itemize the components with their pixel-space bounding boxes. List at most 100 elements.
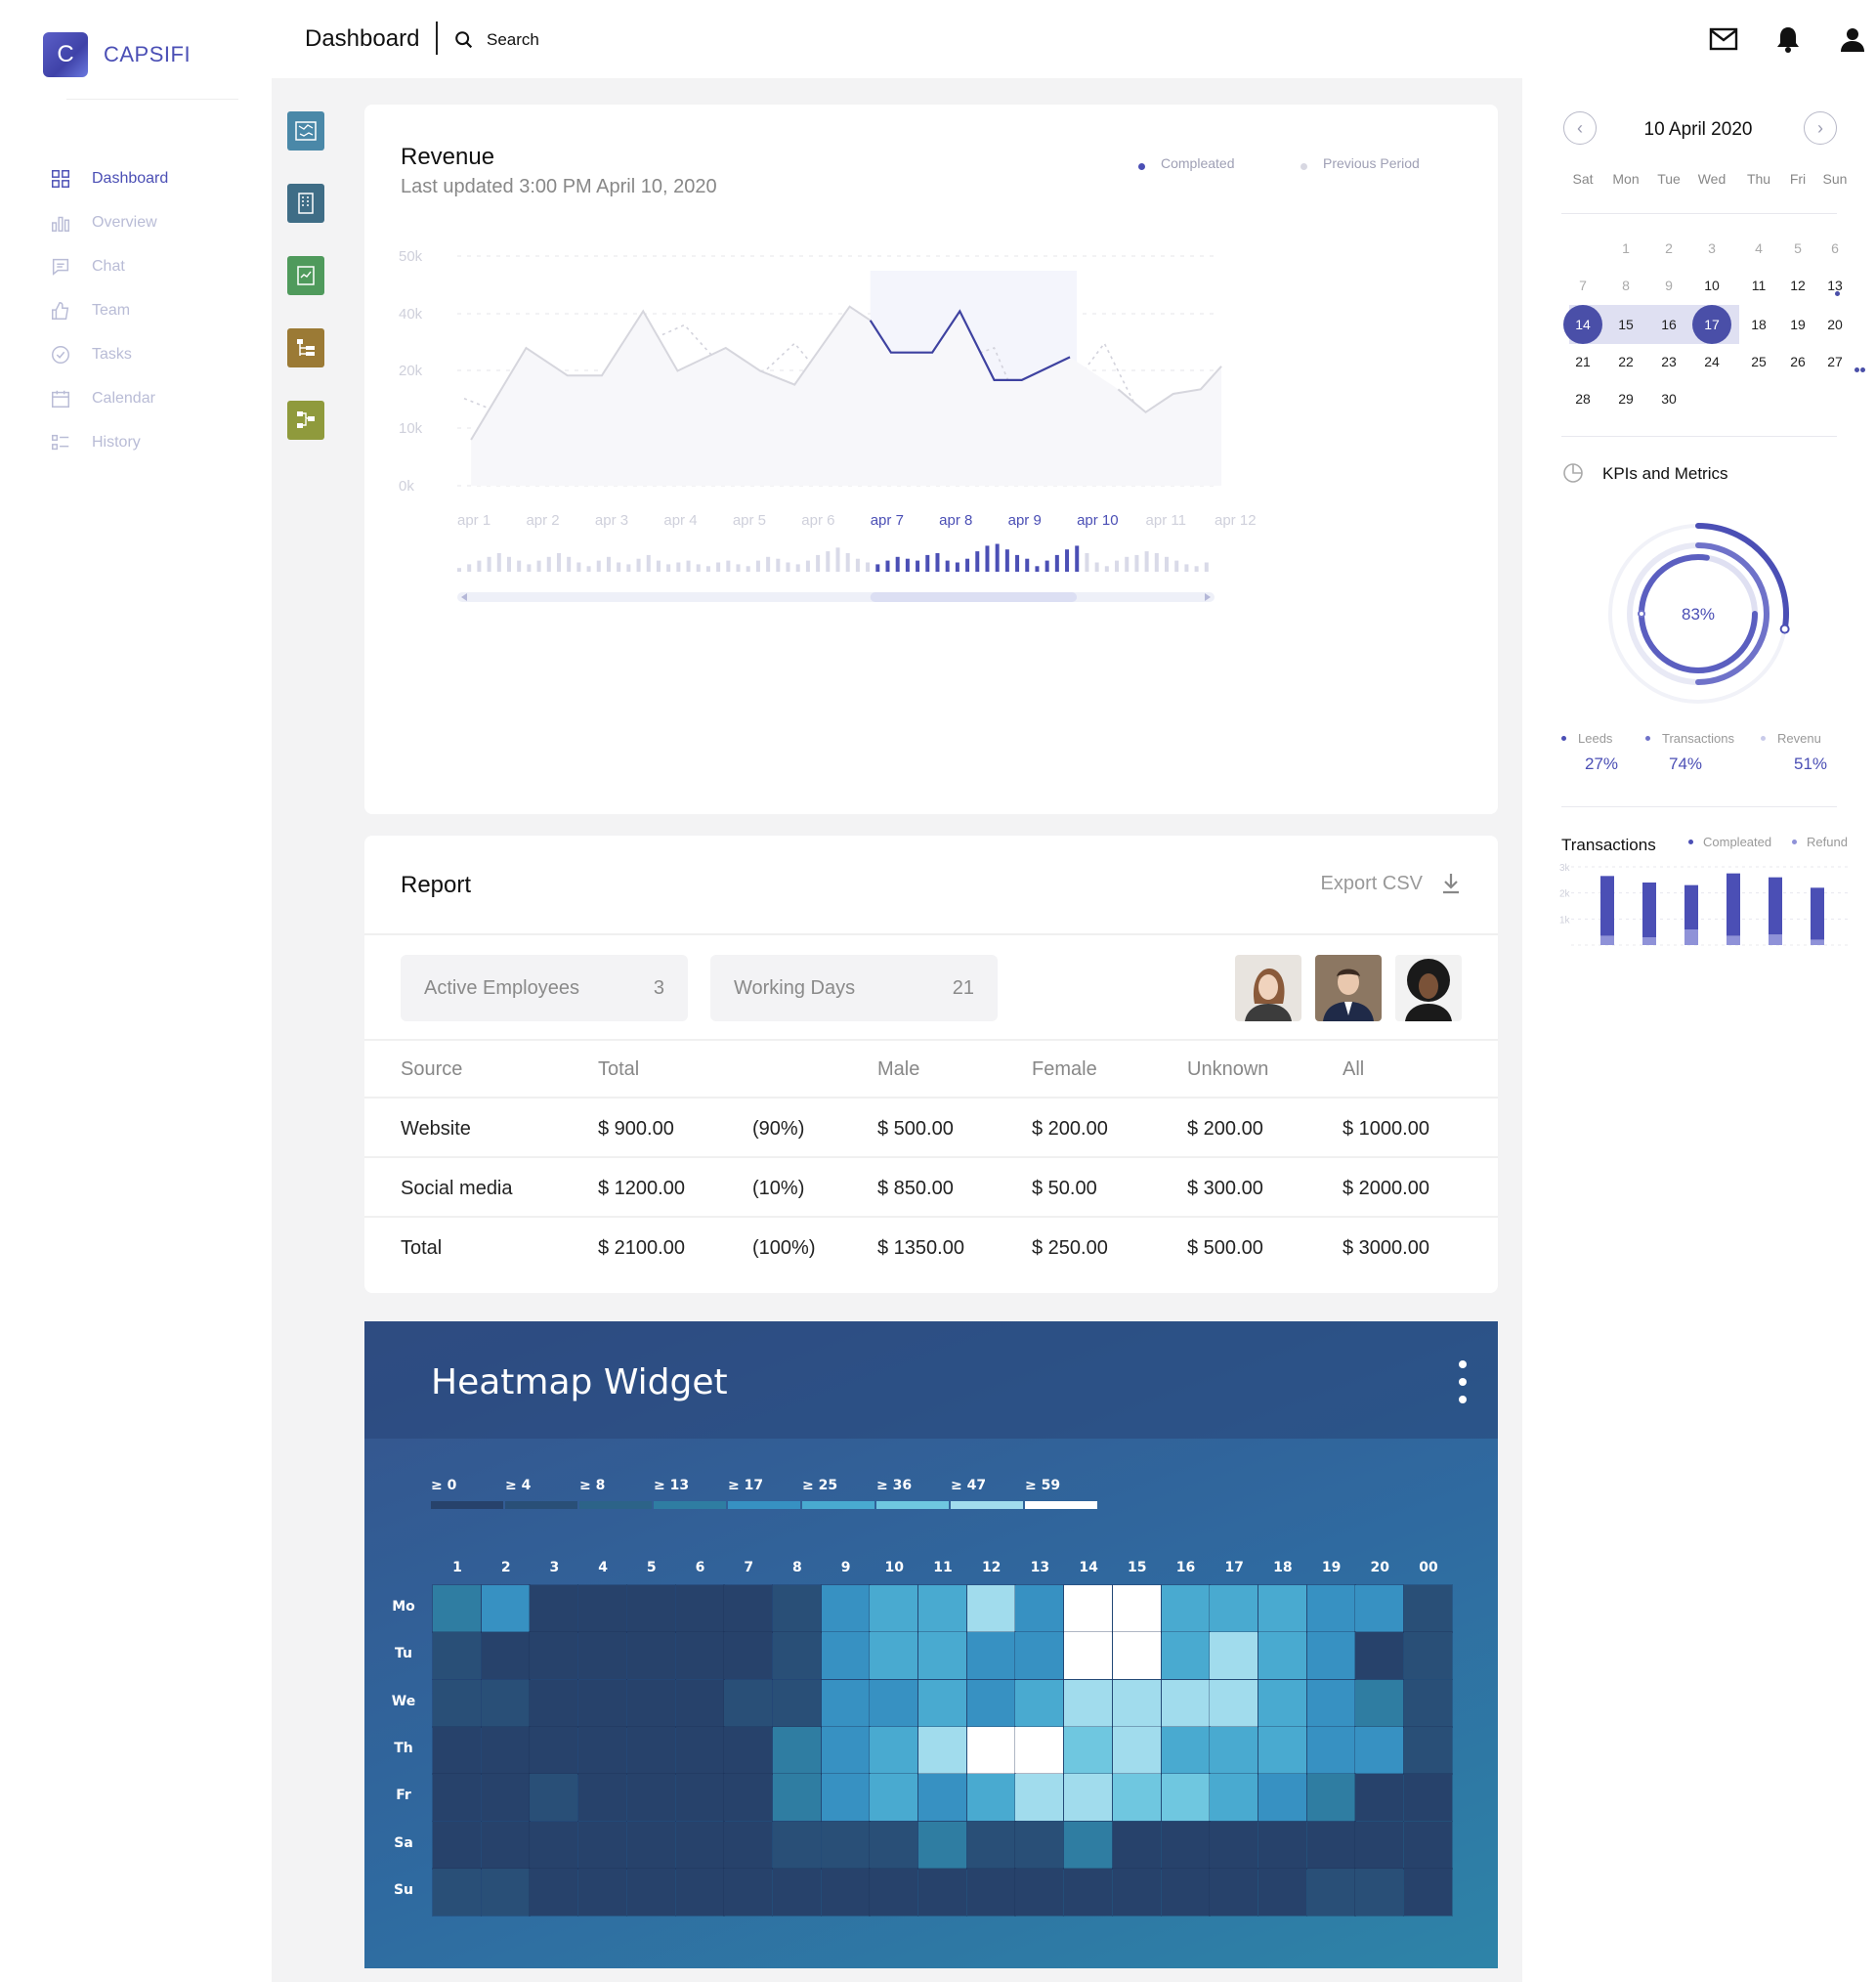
heatmap-cell[interactable]	[771, 1678, 822, 1728]
heatmap-cell[interactable]	[869, 1678, 919, 1728]
table-row[interactable]: Total $ 2100.00 (100%) $ 1350.00 $ 250.0…	[364, 1218, 1498, 1277]
heatmap-cell[interactable]	[917, 1584, 967, 1633]
heatmap-cell[interactable]	[965, 1678, 1016, 1728]
heatmap-cell[interactable]	[1257, 1631, 1307, 1681]
app-tile-tree[interactable]	[287, 328, 324, 367]
avatar[interactable]	[1315, 955, 1382, 1021]
heatmap-cell[interactable]	[1257, 1725, 1307, 1775]
heatmap-cell[interactable]	[480, 1867, 531, 1917]
heatmap-cell[interactable]	[529, 1867, 579, 1917]
sidebar-item-overview[interactable]: Overview	[49, 200, 168, 244]
heatmap-cell[interactable]	[432, 1725, 482, 1775]
heatmap-cell[interactable]	[1209, 1631, 1259, 1681]
calendar-day[interactable]: 25	[1739, 342, 1778, 381]
heatmap-cell[interactable]	[1160, 1631, 1211, 1681]
calendar-day[interactable]: 30	[1649, 379, 1688, 418]
heatmap-cell[interactable]	[771, 1773, 822, 1823]
calendar-day[interactable]: 21	[1563, 342, 1602, 381]
heatmap-cell[interactable]	[1111, 1867, 1162, 1917]
heatmap-cell[interactable]	[917, 1678, 967, 1728]
heatmap-cell[interactable]	[577, 1867, 628, 1917]
heatmap-cell[interactable]	[820, 1820, 871, 1870]
heatmap-cell[interactable]	[1209, 1820, 1259, 1870]
calendar-day[interactable]: 22	[1606, 342, 1645, 381]
heatmap-cell[interactable]	[529, 1678, 579, 1728]
heatmap-cell[interactable]	[723, 1773, 774, 1823]
more-options-icon[interactable]	[1457, 1360, 1469, 1403]
heatmap-cell[interactable]	[965, 1725, 1016, 1775]
calendar-day[interactable]: 8	[1606, 266, 1645, 305]
heatmap-cell[interactable]	[480, 1584, 531, 1633]
heatmap-cell[interactable]	[674, 1584, 725, 1633]
heatmap-cell[interactable]	[1063, 1725, 1114, 1775]
heatmap-cell[interactable]	[820, 1725, 871, 1775]
heatmap-cell[interactable]	[1257, 1773, 1307, 1823]
heatmap-cell[interactable]	[965, 1820, 1016, 1870]
heatmap-cell[interactable]	[723, 1820, 774, 1870]
heatmap-cell[interactable]	[432, 1773, 482, 1823]
heatmap-cell[interactable]	[1305, 1584, 1356, 1633]
revenue-chart[interactable]: 50k 40k 20k 10k 0k apr 1 apr 2 apr 3 apr 4 apr 5 a…	[364, 105, 1498, 814]
sidebar-item-tasks[interactable]: Tasks	[49, 332, 168, 376]
heatmap-cell[interactable]	[1063, 1584, 1114, 1633]
calendar-day[interactable]: 24	[1692, 342, 1731, 381]
heatmap-cell[interactable]	[1354, 1725, 1405, 1775]
heatmap-cell[interactable]	[1257, 1678, 1307, 1728]
heatmap-cell[interactable]	[529, 1820, 579, 1870]
calendar-day[interactable]: 12	[1778, 266, 1817, 305]
heatmap-cell[interactable]	[1305, 1725, 1356, 1775]
heatmap-cell[interactable]	[1014, 1820, 1065, 1870]
calendar-day[interactable]: 7	[1563, 266, 1602, 305]
heatmap-cell[interactable]	[1257, 1867, 1307, 1917]
heatmap-cell[interactable]	[1305, 1773, 1356, 1823]
heatmap-cell[interactable]	[625, 1631, 676, 1681]
heatmap-cell[interactable]	[1063, 1678, 1114, 1728]
heatmap-cell[interactable]	[1063, 1773, 1114, 1823]
calendar-day[interactable]: 5	[1778, 229, 1817, 268]
app-tile-chart[interactable]	[287, 256, 324, 295]
user-icon[interactable]	[1837, 23, 1868, 55]
heatmap-cell[interactable]	[771, 1867, 822, 1917]
heatmap-cell[interactable]	[1111, 1725, 1162, 1775]
heatmap-cell[interactable]	[1305, 1631, 1356, 1681]
heatmap-cell[interactable]	[1063, 1867, 1114, 1917]
calendar-day[interactable]: 28	[1563, 379, 1602, 418]
heatmap-cell[interactable]	[625, 1820, 676, 1870]
calendar-day[interactable]: 1	[1606, 229, 1645, 268]
heatmap-cell[interactable]	[625, 1584, 676, 1633]
app-tile-building[interactable]	[287, 184, 324, 223]
heatmap-cell[interactable]	[917, 1725, 967, 1775]
heatmap-cell[interactable]	[869, 1773, 919, 1823]
heatmap-cell[interactable]	[723, 1678, 774, 1728]
calendar-day[interactable]: 6	[1815, 229, 1855, 268]
heatmap-cell[interactable]	[917, 1631, 967, 1681]
sidebar-item-dashboard[interactable]: Dashboard	[49, 156, 168, 200]
mail-icon[interactable]	[1708, 23, 1739, 55]
kpi-ring-chart[interactable]: 83%	[1561, 508, 1845, 713]
heatmap-cell[interactable]	[432, 1678, 482, 1728]
heatmap-cell[interactable]	[771, 1631, 822, 1681]
heatmap-cell[interactable]	[771, 1725, 822, 1775]
heatmap-cell[interactable]	[820, 1584, 871, 1633]
heatmap-cell[interactable]	[869, 1584, 919, 1633]
heatmap-cell[interactable]	[1354, 1773, 1405, 1823]
heatmap-cell[interactable]	[1209, 1678, 1259, 1728]
heatmap-cell[interactable]	[480, 1631, 531, 1681]
heatmap-cell[interactable]	[1160, 1773, 1211, 1823]
heatmap-cell[interactable]	[1354, 1584, 1405, 1633]
heatmap-cell[interactable]	[577, 1725, 628, 1775]
heatmap-cell[interactable]	[480, 1773, 531, 1823]
heatmap-cell[interactable]	[771, 1820, 822, 1870]
heatmap-cell[interactable]	[917, 1773, 967, 1823]
heatmap-cell[interactable]	[965, 1867, 1016, 1917]
heatmap-cell[interactable]	[771, 1584, 822, 1633]
heatmap-cell[interactable]	[1354, 1678, 1405, 1728]
logo[interactable]: C CAPSIFI	[43, 32, 191, 77]
heatmap-cell[interactable]	[625, 1725, 676, 1775]
calendar-day[interactable]: 18	[1739, 305, 1778, 344]
heatmap-cell[interactable]	[1403, 1631, 1453, 1681]
heatmap-cell[interactable]	[577, 1678, 628, 1728]
heatmap-cell[interactable]	[1014, 1584, 1065, 1633]
heatmap-cell[interactable]	[577, 1773, 628, 1823]
heatmap-cell[interactable]	[1063, 1820, 1114, 1870]
